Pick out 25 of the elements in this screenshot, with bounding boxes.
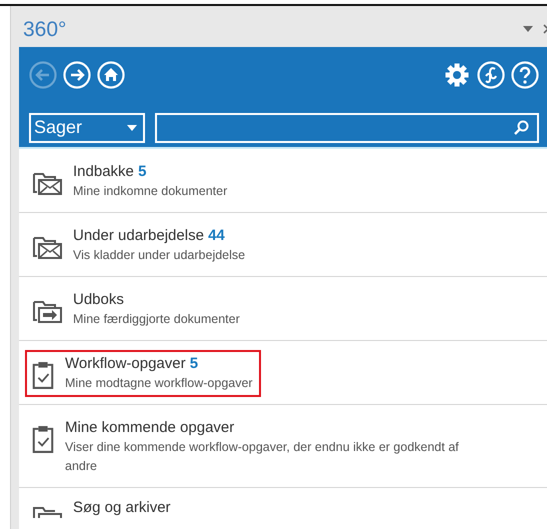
- clipboard-check-icon: [31, 360, 55, 390]
- search-field[interactable]: [155, 112, 539, 143]
- item-title[interactable]: Indbakke 5: [73, 162, 228, 182]
- item-title[interactable]: Workflow-opgaver 5: [65, 354, 253, 374]
- forward-button[interactable]: [63, 60, 91, 89]
- dropdown-icon[interactable]: [523, 26, 533, 32]
- folder-icon: [31, 504, 63, 518]
- item-description: Mine modtagne workflow-opgaver: [65, 375, 253, 392]
- home-button[interactable]: [97, 60, 125, 89]
- help-button[interactable]: [511, 60, 539, 89]
- item-title[interactable]: Søg og arkiver: [73, 498, 171, 518]
- clipboard-check-icon: [31, 424, 55, 454]
- scope-dropdown[interactable]: Sager: [29, 112, 145, 143]
- caret-icon: [127, 124, 137, 131]
- settings-button[interactable]: [443, 60, 471, 89]
- item-title[interactable]: Udboks: [73, 290, 240, 310]
- item-title[interactable]: Under udarbejdelse 44: [73, 226, 246, 246]
- item-description: Vis kladder under udarbejdelse: [73, 247, 246, 264]
- search-icon[interactable]: [513, 120, 529, 136]
- window-title: 360°: [23, 17, 66, 42]
- item-description: Mine færdiggjorte dokumenter: [73, 311, 240, 328]
- item-description: Viser dine kommende workflow-opgaver, der endnu ikke er godkendt af andre: [65, 439, 460, 475]
- f-circle-button[interactable]: [477, 60, 505, 89]
- item-title[interactable]: Mine kommende opgaver: [65, 418, 475, 438]
- item-description: Mine indkomne dokumenter: [73, 183, 228, 200]
